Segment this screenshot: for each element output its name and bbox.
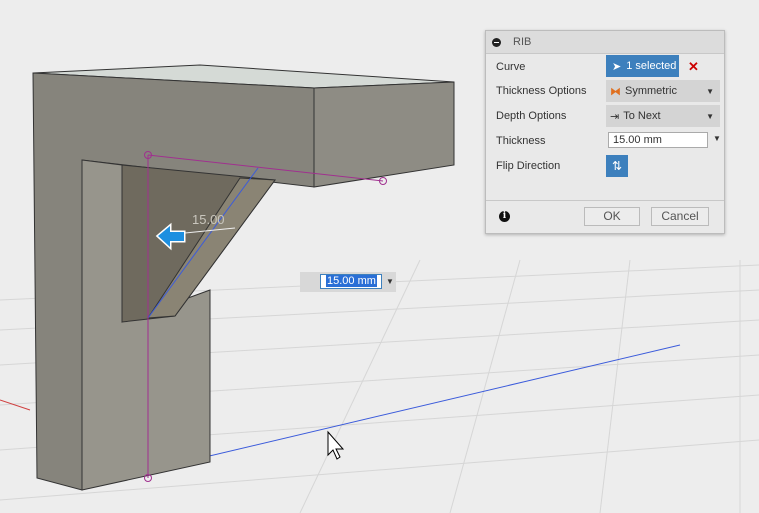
ok-button[interactable]: OK: [584, 207, 640, 226]
depth-options-value: To Next: [623, 110, 661, 122]
thickness-input[interactable]: 15.00 mm: [608, 132, 708, 148]
dialog-header: RIB: [486, 31, 724, 54]
dimension-input-value: 15.00 mm: [326, 275, 377, 287]
chevron-down-icon: ▼: [706, 111, 714, 121]
depth-options-label: Depth Options: [496, 110, 567, 122]
thickness-dropdown-icon[interactable]: ▼: [713, 134, 721, 143]
flip-direction-label: Flip Direction: [496, 160, 561, 172]
end-face: [313, 81, 455, 188]
collapse-icon[interactable]: [492, 37, 501, 47]
to-next-icon: ⇥: [610, 110, 620, 123]
chevron-down-icon: ▼: [706, 86, 714, 96]
thickness-options-dropdown[interactable]: ⧓ Symmetric ▼: [606, 80, 720, 102]
dimension-input-box: 15.00 mm ▼: [300, 272, 396, 292]
thickness-options-value: Symmetric: [625, 85, 677, 97]
mouse-cursor-icon: [327, 430, 345, 460]
curve-select-value: 1 selected: [626, 60, 677, 72]
flip-direction-button[interactable]: ⇅: [606, 155, 628, 177]
dimension-input[interactable]: 15.00 mm: [320, 274, 382, 289]
curve-select-button[interactable]: ➤ 1 selected: [606, 55, 679, 77]
dialog-title: RIB: [513, 36, 532, 48]
dimension-dropdown-icon[interactable]: ▼: [386, 277, 394, 286]
flip-icon: ⇅: [611, 159, 623, 173]
dimension-label: 15.00: [192, 212, 225, 227]
thickness-options-label: Thickness Options: [496, 85, 587, 97]
info-icon[interactable]: i: [499, 211, 510, 222]
depth-options-dropdown[interactable]: ⇥ To Next ▼: [606, 105, 720, 127]
dialog-footer: i OK Cancel: [486, 200, 724, 233]
rib-dialog: RIB Curve ➤ 1 selected ✕ Thickness Option…: [485, 30, 725, 234]
cursor-select-icon: ➤: [612, 60, 622, 73]
cancel-button[interactable]: Cancel: [651, 207, 709, 226]
thickness-label: Thickness: [496, 135, 546, 147]
curve-label: Curve: [496, 61, 526, 73]
y-axis-line: [149, 344, 681, 471]
clear-selection-icon[interactable]: ✕: [688, 59, 699, 75]
symmetric-icon: ⧓: [610, 85, 621, 98]
